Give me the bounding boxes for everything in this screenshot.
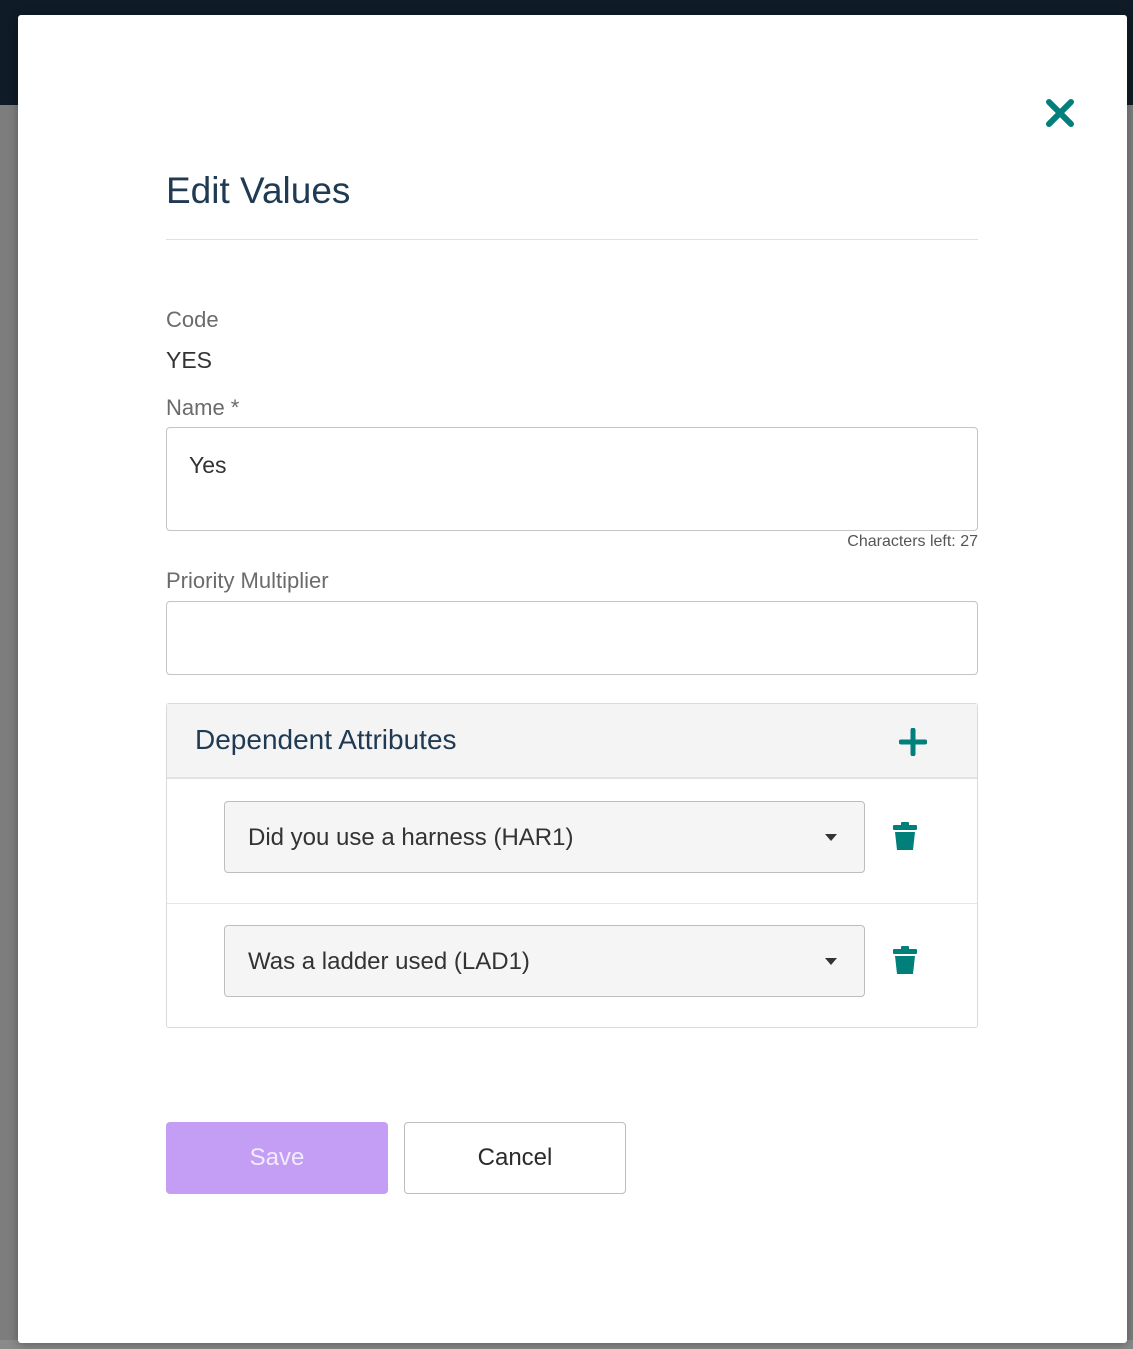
attribute-select[interactable]: Was a ladder used (LAD1) [224, 925, 865, 997]
trash-icon [893, 946, 917, 974]
dependent-attribute-row: Did you use a harness (HAR1) [167, 780, 977, 904]
attribute-select[interactable]: Did you use a harness (HAR1) [224, 801, 865, 873]
attribute-select-value: Did you use a harness (HAR1) [248, 824, 574, 851]
plus-icon [899, 728, 927, 756]
chevron-down-icon [825, 834, 837, 841]
characters-left: Characters left: 27 [847, 533, 978, 550]
name-label: Name * [166, 395, 240, 420]
title-divider [166, 239, 978, 240]
dependent-attribute-row: Was a ladder used (LAD1) [167, 904, 977, 1028]
dependent-attributes-title: Dependent Attributes [195, 724, 457, 755]
dependent-attributes-panel: Dependent Attributes Did you use a harne… [166, 703, 978, 1028]
cancel-button[interactable]: Cancel [404, 1122, 626, 1194]
dependent-attributes-header: Dependent Attributes [167, 704, 977, 779]
close-icon [1046, 99, 1074, 127]
add-attribute-button[interactable] [895, 724, 931, 760]
modal-title: Edit Values [166, 170, 351, 211]
trash-icon [893, 822, 917, 850]
code-label: Code [166, 307, 219, 332]
delete-attribute-button[interactable] [889, 820, 921, 852]
close-button[interactable] [1042, 95, 1078, 131]
code-value: YES [166, 347, 213, 373]
edit-values-modal: Edit Values Code YES Name * Yes Characte… [18, 15, 1127, 1343]
attribute-select-value: Was a ladder used (LAD1) [248, 948, 530, 975]
delete-attribute-button[interactable] [889, 944, 921, 976]
name-input[interactable]: Yes [166, 427, 978, 531]
priority-multiplier-input[interactable] [166, 601, 978, 675]
chevron-down-icon [825, 958, 837, 965]
priority-multiplier-label: Priority Multiplier [166, 568, 329, 593]
save-button[interactable]: Save [166, 1122, 388, 1194]
